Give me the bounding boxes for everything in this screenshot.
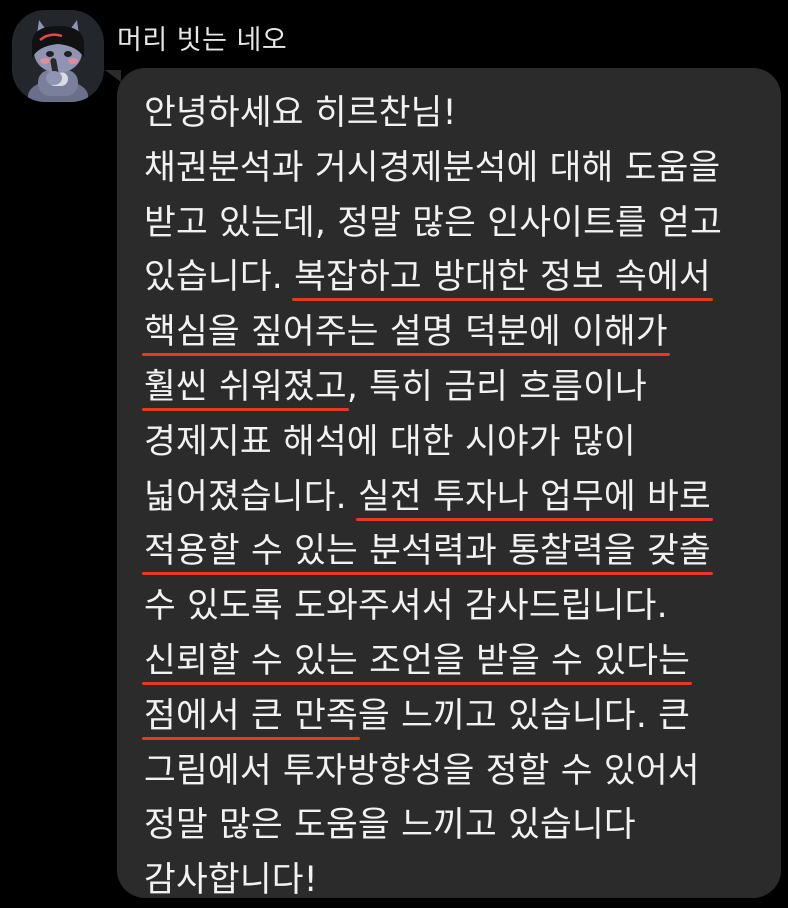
message-text-segment: 넓어졌습니다. [144,476,358,517]
message-line: 적용할 수 있는 분석력과 통찰력을 갖출 [144,524,774,579]
sender-avatar[interactable] [12,10,104,102]
message-text-segment: 을 느끼고 있습니다. 큰 [357,695,691,736]
message-text-segment: , 특히 금리 흐름이나 [346,366,647,407]
neo-character-icon [28,20,88,102]
message-line: 감사합니다! [144,853,774,908]
message-text-segment: 감사합니다! [144,860,318,901]
message-text-segment: 그림에서 투자방향성을 정할 수 있어서 [144,750,700,791]
message-line: 핵심을 짚어주는 설명 덕분에 이해가 [144,305,774,360]
underlined-text: 복잡하고 방대한 정보 속에서 [294,257,711,298]
message-line: 신뢰할 수 있는 조언을 받을 수 있다는 [144,634,774,689]
message-text-segment: 정말 많은 도움을 느끼고 있습니다 [144,805,636,846]
message-line: 점에서 큰 만족을 느끼고 있습니다. 큰 [144,689,774,744]
underlined-text: 훨씬 쉬워졌고 [144,366,347,407]
underlined-text: 적용할 수 있는 분석력과 통찰력을 갖출 [144,531,711,572]
sender-name: 머리 빗는 네오 [117,25,288,56]
message-text-segment: 수 있도록 도와주셔서 감사드립니다. [144,586,668,627]
message-line: 훨씬 쉬워졌고, 특히 금리 흐름이나 [144,360,774,415]
message-text: 안녕하세요 히르찬님! 채권분석과 거시경제분석에 대해 도움을받고 있는데, 정… [144,86,774,908]
bubble-tail [105,70,121,82]
underlined-text: 핵심을 짚어주는 설명 덕분에 이해가 [144,312,668,353]
message-line: 받고 있는데, 정말 많은 인사이트를 얻고 [144,196,774,251]
message-text-segment: 있습니다. [144,257,295,298]
message-text-segment: 채권분석과 거시경제분석에 대해 도움을 [144,147,721,188]
message-text-segment: 경제지표 해석에 대한 시야가 많이 [144,421,636,462]
underlined-text: 신뢰할 수 있는 조언을 받을 수 있다는 [144,640,691,681]
message-line: 넓어졌습니다. 실전 투자나 업무에 바로 [144,470,774,525]
message-line: 안녕하세요 히르찬님! [144,86,774,141]
message-line: 수 있도록 도와주셔서 감사드립니다. [144,579,774,634]
message-line: 채권분석과 거시경제분석에 대해 도움을 [144,141,774,196]
underlined-text: 점에서 큰 만족 [144,695,358,736]
message-line: 경제지표 해석에 대한 시야가 많이 [144,415,774,470]
underlined-text: 실전 투자나 업무에 바로 [357,476,711,517]
message-line: 그림에서 투자방향성을 정할 수 있어서 [144,744,774,799]
message-line: 있습니다. 복잡하고 방대한 정보 속에서 [144,250,774,305]
message-line: 정말 많은 도움을 느끼고 있습니다 [144,798,774,853]
message-text-segment: 받고 있는데, 정말 많은 인사이트를 얻고 [144,202,723,243]
message-text-segment: 안녕하세요 히르찬님! [144,93,457,133]
